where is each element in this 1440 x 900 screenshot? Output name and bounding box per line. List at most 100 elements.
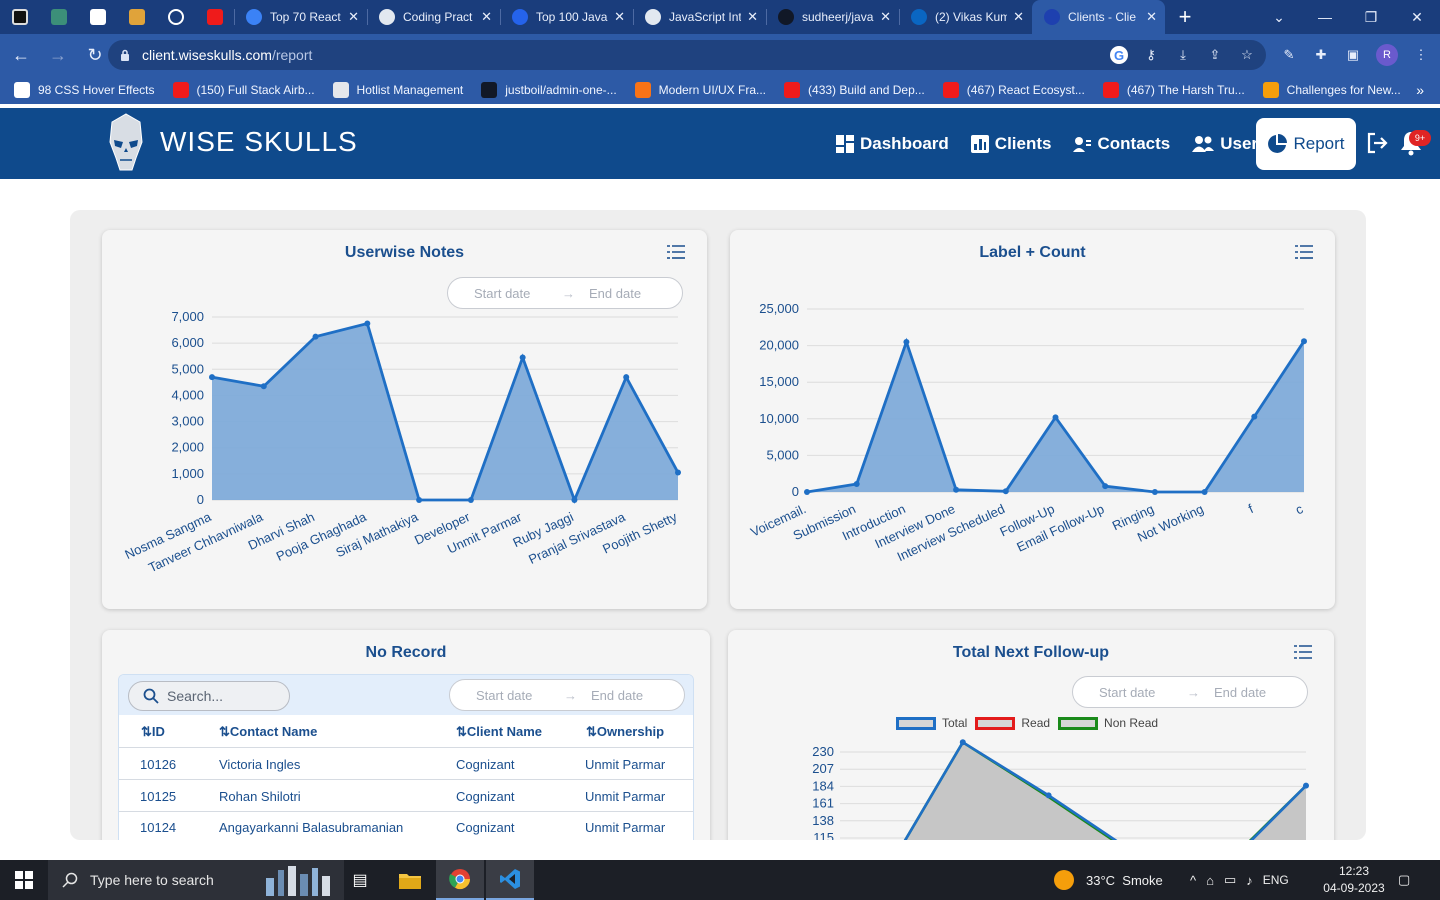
back-button[interactable]: ← <box>5 39 37 71</box>
nav-clients[interactable]: Clients <box>970 133 1052 154</box>
data-point <box>1102 483 1109 490</box>
table-row[interactable]: 10124 Angayarkanni Balasubramanian Cogni… <box>119 812 693 840</box>
minimize-button[interactable]: — <box>1302 0 1348 34</box>
weather-text: 33°C Smoke <box>1086 872 1163 888</box>
system-clock[interactable]: 12:23 04-09-2023 <box>1316 863 1392 897</box>
url-host: client.wiseskulls.com <box>142 47 272 63</box>
share-icon[interactable]: ⇪ <box>1206 46 1224 64</box>
column-header-client-name[interactable]: ⇅Client Name <box>456 724 542 740</box>
tab-close-icon[interactable]: ✕ <box>614 9 625 25</box>
browser-tab[interactable]: (2) Vikas Kum ✕ <box>899 0 1032 34</box>
data-point <box>312 333 319 340</box>
key-icon[interactable]: ⚷ <box>1142 46 1160 64</box>
pinned-tab[interactable] <box>156 0 195 34</box>
bookmark-item[interactable]: Challenges for New... <box>1262 82 1401 98</box>
next-followup-card: Total Next Follow-up Start date → End da… <box>728 630 1334 840</box>
table-row[interactable]: 10125 Rohan Shilotri Cognizant Unmit Par… <box>119 781 693 812</box>
bookmark-item[interactable]: (467) React Ecosyst... <box>942 82 1085 98</box>
tab-favicon-icon <box>778 9 794 25</box>
meet-icon[interactable]: ⌂ <box>1206 873 1214 888</box>
bookmark-label: (467) React Ecosyst... <box>966 83 1085 97</box>
sort-icon: ⇅ <box>586 724 597 739</box>
cell-contact-name[interactable]: Angayarkanni Balasubramanian <box>219 820 403 835</box>
start-date-field[interactable]: Start date <box>476 688 550 703</box>
start-button[interactable] <box>0 860 48 900</box>
install-icon[interactable]: ⤓ <box>1174 46 1192 64</box>
browser-tab[interactable]: Top 100 Java ✕ <box>500 0 633 34</box>
tab-search-icon[interactable]: ⌄ <box>1256 0 1302 34</box>
userwise-notes-card: Userwise Notes Start date → End date 0 1,… <box>102 230 707 609</box>
bookmark-item[interactable]: (433) Build and Dep... <box>784 82 925 98</box>
browser-tab[interactable]: Clients - Clie ✕ <box>1032 0 1165 34</box>
pinned-tab[interactable] <box>195 0 234 34</box>
address-bar[interactable]: client.wiseskulls.com/report G ⚷ ⤓ ⇪ ☆ <box>108 40 1266 70</box>
date-range-picker[interactable]: Start date → End date <box>449 679 685 711</box>
tab-close-icon[interactable]: ✕ <box>348 9 359 25</box>
nav-clients-label: Clients <box>994 133 1052 153</box>
browser-tab[interactable]: Top 70 React ✕ <box>234 0 367 34</box>
tab-close-icon[interactable]: ✕ <box>481 9 492 25</box>
tab-close-icon[interactable]: ✕ <box>1146 9 1157 25</box>
tab-close-icon[interactable]: ✕ <box>880 9 891 25</box>
column-header-contact-name[interactable]: ⇅Contact Name <box>219 724 317 740</box>
taskbar-chrome[interactable] <box>436 860 484 900</box>
pinned-tab[interactable] <box>117 0 156 34</box>
pinned-tab[interactable] <box>78 0 117 34</box>
bookmark-item[interactable]: Modern UI/UX Fra... <box>634 82 767 98</box>
y-tick-label: 0 <box>792 484 799 499</box>
forward-button[interactable]: → <box>42 39 74 71</box>
browser-tab[interactable]: JavaScript Int ✕ <box>633 0 766 34</box>
browser-tab[interactable]: Coding Pract ✕ <box>367 0 500 34</box>
bookmark-item[interactable]: (150) Full Stack Airb... <box>172 82 315 98</box>
nav-contacts[interactable]: Contacts <box>1073 134 1170 154</box>
taskbar-file-explorer[interactable] <box>386 860 434 900</box>
notification-center-icon[interactable]: ▢ <box>1398 860 1410 900</box>
column-header-id[interactable]: ⇅ID <box>141 724 165 740</box>
nav-dashboard[interactable]: Dashboard <box>836 134 949 154</box>
bookmark-item[interactable]: 98 CSS Hover Effects <box>14 82 155 98</box>
eyedropper-icon[interactable]: ✎ <box>1280 46 1298 64</box>
logout-icon[interactable] <box>1366 132 1388 154</box>
profile-avatar[interactable]: R <box>1376 44 1398 66</box>
taskbar-vscode[interactable] <box>486 860 534 900</box>
tray-overflow-icon[interactable]: ^ <box>1190 873 1196 888</box>
restore-button[interactable]: ❐ <box>1348 0 1394 34</box>
tab-close-icon[interactable]: ✕ <box>747 9 758 25</box>
browser-tab[interactable]: sudheerj/java ✕ <box>766 0 899 34</box>
language-indicator[interactable]: ENG <box>1263 873 1289 887</box>
google-icon[interactable]: G <box>1110 46 1128 64</box>
search-input[interactable]: Search... <box>128 681 290 711</box>
bookmark-item[interactable]: (467) The Harsh Tru... <box>1102 82 1245 98</box>
close-window-button[interactable]: ✕ <box>1394 0 1440 34</box>
end-date-field[interactable]: End date <box>591 688 661 703</box>
bookmarks-overflow-icon[interactable]: » <box>1416 82 1424 98</box>
bookmark-item[interactable]: Hotlist Management <box>332 82 463 98</box>
brand-name: WISE SKULLS <box>160 126 358 157</box>
tab-title: (2) Vikas Kum <box>935 10 1008 24</box>
cell-ownership: Unmit Parmar <box>585 789 666 804</box>
kebab-menu-icon[interactable]: ⋮ <box>1412 46 1430 64</box>
side-panel-icon[interactable]: ▣ <box>1344 46 1362 64</box>
brand-logo[interactable]: WISE SKULLS <box>106 112 358 172</box>
reload-button[interactable]: ↻ <box>79 39 111 71</box>
puzzle-icon[interactable]: ✚ <box>1312 46 1330 64</box>
weather-widget[interactable]: 33°C Smoke <box>1054 860 1163 900</box>
taskbar-search[interactable]: Type here to search <box>48 860 344 900</box>
cell-contact-name[interactable]: Victoria Ingles <box>219 757 300 772</box>
pinned-tab[interactable] <box>0 0 39 34</box>
cell-contact-name[interactable]: Rohan Shilotri <box>219 789 301 804</box>
volume-icon[interactable]: ♪ <box>1246 873 1253 888</box>
bookmark-item[interactable]: justboil/admin-one-... <box>481 82 617 98</box>
tab-close-icon[interactable]: ✕ <box>1013 9 1024 25</box>
nav-report[interactable]: Report <box>1256 118 1356 170</box>
column-header-ownership[interactable]: ⇅Ownership <box>586 724 664 740</box>
new-tab-button[interactable]: + <box>1165 4 1205 30</box>
bookmark-star-icon[interactable]: ☆ <box>1238 46 1256 64</box>
task-view-button[interactable]: ▤ <box>336 860 384 900</box>
bookmark-label: Modern UI/UX Fra... <box>658 83 767 97</box>
table-row[interactable]: 10126 Victoria Ingles Cognizant Unmit Pa… <box>119 749 693 780</box>
report-panel: Userwise Notes Start date → End date 0 1,… <box>70 210 1366 840</box>
pinned-tab[interactable] <box>39 0 78 34</box>
no-record-card: No Record Search... Start date → End dat… <box>102 630 710 840</box>
network-icon[interactable]: ▭ <box>1224 872 1236 888</box>
